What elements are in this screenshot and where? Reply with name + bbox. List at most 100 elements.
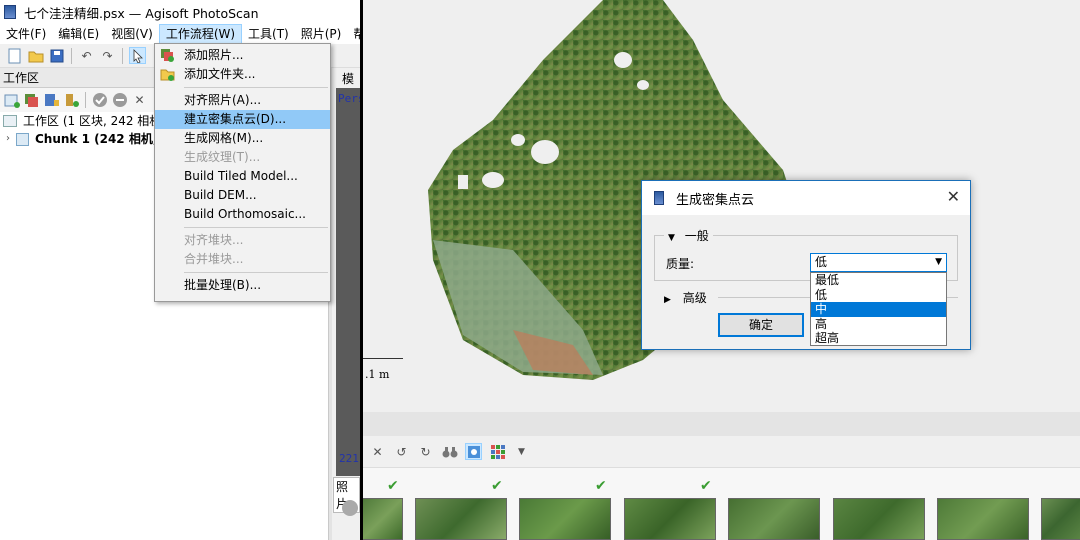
quality-option-ultra-high[interactable]: 超高: [811, 331, 946, 346]
chunk-label: Chunk 1 (242 相机, 2: [35, 132, 170, 146]
collapse-arrow-icon: ▼: [668, 233, 675, 243]
grid-view-icon[interactable]: [489, 443, 506, 460]
quality-options-list: 最低 低 中 高 超高: [810, 272, 947, 346]
photo-thumbnail[interactable]: [937, 498, 1029, 540]
binoculars-icon[interactable]: [441, 443, 458, 460]
advanced-group-label: 高级: [682, 291, 707, 305]
dialog-title: 生成密集点云: [676, 192, 755, 208]
chevron-down-icon: ▼: [935, 257, 942, 267]
scale-bar: [363, 358, 403, 359]
menu-separator: [184, 227, 328, 228]
menu-item-label: 生成纹理(T)...: [184, 150, 261, 164]
quality-option-lowest[interactable]: 最低: [811, 273, 946, 288]
rotate-left-icon[interactable]: ↺: [393, 443, 410, 460]
menu-workflow[interactable]: 工作流程(W): [158, 24, 243, 44]
quality-option-low[interactable]: 低: [811, 288, 946, 303]
panel-separator: [363, 412, 1080, 436]
menu-separator: [184, 272, 328, 273]
menu-item-add-photos[interactable]: 添加照片...: [155, 46, 330, 65]
menu-item-label: 合并堆块...: [184, 252, 244, 266]
model-viewport[interactable]: [336, 88, 360, 476]
menu-bar: 文件(F) 编辑(E) 视图(V) 工作流程(W) 工具(T) 照片(P) 帮助: [0, 24, 360, 44]
dialog-title-bar: 生成密集点云: [642, 181, 970, 215]
menu-item-label: 对齐堆块...: [184, 233, 244, 247]
open-folder-icon[interactable]: [27, 47, 44, 64]
model-view-strip: 模型 Pers 221 照片: [332, 68, 360, 540]
dropdown-arrow-icon[interactable]: ▼: [513, 443, 530, 460]
projection-label: Pers: [338, 92, 360, 105]
aligned-check-icon: ✔: [700, 478, 712, 494]
quality-selected-value: 低: [815, 255, 828, 269]
redo-icon[interactable]: ↷: [99, 47, 116, 64]
photo-thumbnails: ✔ ✔ ✔ ✔: [363, 468, 1080, 540]
remove-icon[interactable]: ✕: [131, 92, 148, 109]
photo-thumbnail[interactable]: [624, 498, 716, 540]
menu-item-label: 添加文件夹...: [184, 67, 256, 81]
toolbar-separator: [122, 47, 123, 64]
disable-icon[interactable]: [111, 92, 128, 109]
quality-select[interactable]: 低 ▼: [810, 253, 947, 272]
general-group-header[interactable]: ▼ 一般: [664, 227, 713, 244]
quality-option-medium[interactable]: 中: [811, 302, 946, 317]
enable-icon[interactable]: [91, 92, 108, 109]
expand-arrow-icon: ▶: [664, 295, 671, 305]
model-window: .1 m ✕ ↺ ↻ ▼ ✔ ✔ ✔ ✔ 生成密集点云 ✕ ▼ 一般 质量: 低…: [363, 0, 1080, 540]
aligned-check-icon: ✔: [491, 478, 503, 494]
photo-thumbnail[interactable]: [1041, 498, 1080, 540]
expand-arrow-icon[interactable]: ›: [0, 130, 16, 148]
menu-item-batch-process[interactable]: 批量处理(B)...: [155, 276, 330, 295]
menu-item-build-mesh[interactable]: 生成网格(M)...: [155, 129, 330, 148]
toolbar-separator: [71, 47, 72, 64]
photo-thumbnail[interactable]: [415, 498, 507, 540]
menu-tools[interactable]: 工具(T): [242, 24, 295, 44]
add-chunk-icon[interactable]: [3, 92, 20, 109]
aligned-check-icon: ✔: [595, 478, 607, 494]
menu-item-label: 添加照片...: [184, 48, 244, 62]
photoscan-window: 七个洼洼精细.psx — Agisoft PhotoScan 文件(F) 编辑(…: [0, 0, 360, 540]
menu-file[interactable]: 文件(F): [0, 24, 52, 44]
add-photos-icon[interactable]: [23, 92, 40, 109]
close-icon[interactable]: ✕: [369, 443, 386, 460]
build-dense-cloud-dialog: 生成密集点云 ✕ ▼ 一般 质量: 低 ▼ ▶ 高级 确定 最低 低 中 高 超…: [641, 180, 971, 350]
add-scalebar-icon[interactable]: [63, 92, 80, 109]
menu-item-align-photos[interactable]: 对齐照片(A)...: [155, 91, 330, 110]
general-group-label: 一般: [684, 229, 709, 243]
menu-item-build-dem[interactable]: Build DEM...: [155, 186, 330, 205]
undo-icon[interactable]: ↶: [78, 47, 95, 64]
menu-item-align-chunks: 对齐堆块...: [155, 231, 330, 250]
photos-toolbar: ✕ ↺ ↻ ▼: [363, 436, 1080, 468]
menu-item-build-orthomosaic[interactable]: Build Orthomosaic...: [155, 205, 330, 224]
quality-label: 质量:: [666, 257, 695, 271]
workflow-menu: 添加照片... 添加文件夹... 对齐照片(A)... 建立密集点云(D)...…: [154, 43, 331, 302]
menu-photo[interactable]: 照片(P): [295, 24, 348, 44]
rotate-right-icon[interactable]: ↻: [417, 443, 434, 460]
quality-option-high[interactable]: 高: [811, 317, 946, 332]
enable-photo-icon[interactable]: [342, 500, 358, 516]
menu-item-build-tiled-model[interactable]: Build Tiled Model...: [155, 167, 330, 186]
close-icon[interactable]: ✕: [947, 187, 960, 206]
point-count-label: 221: [339, 452, 359, 465]
image-view-icon[interactable]: [465, 443, 482, 460]
menu-edit[interactable]: 编辑(E): [52, 24, 105, 44]
add-marker-icon[interactable]: [43, 92, 60, 109]
photo-thumbnail[interactable]: [833, 498, 925, 540]
workspace-root-label: 工作区 (1 区块, 242 相机: [23, 114, 162, 128]
menu-item-label: 对齐照片(A)...: [184, 93, 262, 107]
menu-item-build-dense-cloud[interactable]: 建立密集点云(D)...: [155, 110, 330, 129]
advanced-group-header[interactable]: ▶ 高级: [664, 289, 707, 306]
select-pointer-icon[interactable]: [129, 47, 146, 64]
photo-thumbnail[interactable]: [728, 498, 820, 540]
menu-help[interactable]: 帮助: [347, 24, 360, 44]
menu-item-label: Build DEM...: [184, 188, 257, 202]
photo-thumbnail[interactable]: [519, 498, 611, 540]
save-icon[interactable]: [48, 47, 65, 64]
ok-button[interactable]: 确定: [718, 313, 804, 337]
menu-item-add-folder[interactable]: 添加文件夹...: [155, 65, 330, 84]
menu-item-label: 批量处理(B)...: [184, 278, 262, 292]
menu-item-build-texture: 生成纹理(T)...: [155, 148, 330, 167]
menu-view[interactable]: 视图(V): [105, 24, 159, 44]
new-file-icon[interactable]: [6, 47, 23, 64]
chunk-icon: [16, 132, 29, 146]
menu-item-label: 建立密集点云(D)...: [184, 112, 287, 126]
photo-thumbnail[interactable]: [363, 498, 403, 540]
